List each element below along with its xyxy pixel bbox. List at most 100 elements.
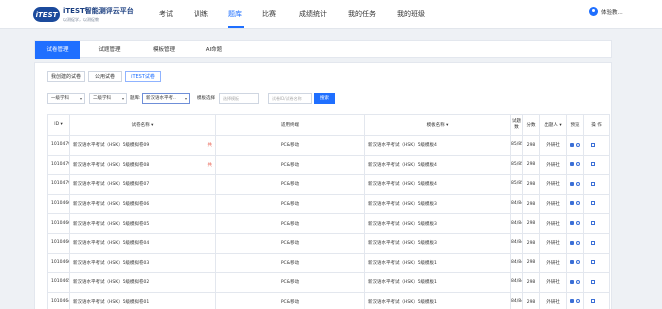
eye-icon[interactable]	[576, 142, 580, 147]
table-row[interactable]: 10104665新汉语水平考试（HSK）5级模拟卷04 PC&移动新汉语水平考试（…	[47, 232, 610, 254]
top-nav: iTEST iTEST智能测评云平台 以测促学，以测促教 考试 训练 题库 比赛…	[0, 0, 662, 29]
subtab-public-papers[interactable]: 公用试卷	[88, 71, 122, 82]
cell-count: 84/84	[510, 213, 523, 234]
paper-name[interactable]: 新汉语水平考试（HSK）5级模拟卷04	[73, 241, 149, 246]
eye-icon[interactable]	[576, 220, 580, 225]
tab-ai-generation[interactable]: AI命题	[195, 41, 233, 59]
eye-icon[interactable]	[576, 240, 580, 245]
cell-template: 新汉语水平考试（HSK）5级模板1	[364, 291, 511, 309]
cell-terminal: PC&移动	[215, 135, 365, 156]
document-icon[interactable]	[570, 162, 574, 167]
eye-icon[interactable]	[576, 299, 580, 304]
paper-name[interactable]: 新汉语水平考试（HSK）5级模拟卷03	[73, 261, 149, 266]
cell-preview	[566, 213, 584, 234]
cell-name[interactable]: 新汉语水平考试（HSK）5级模拟卷01	[69, 291, 216, 309]
table-row[interactable]: 10104659新汉语水平考试（HSK）5级模拟卷02 PC&移动新汉语水平考试（…	[47, 272, 610, 293]
copy-icon[interactable]	[591, 240, 595, 245]
eye-icon[interactable]	[576, 162, 580, 167]
col-name-header[interactable]: 试卷名称 ▾	[69, 114, 216, 136]
nav-item-exam[interactable]: 考试	[159, 9, 173, 19]
cell-name[interactable]: 新汉语水平考试（HSK）5级模拟卷05	[69, 213, 216, 234]
main-tabbar: 试卷管理 试题管理 模板管理 AI命题	[34, 40, 612, 59]
search-button[interactable]: 搜索	[314, 93, 335, 104]
copy-icon[interactable]	[591, 201, 595, 206]
cell-name[interactable]: 新汉语水平考试（HSK）5级模拟卷06	[69, 193, 216, 215]
copy-icon[interactable]	[591, 299, 595, 304]
cell-name[interactable]: 新汉语水平考试（HSK）5级模拟卷08 共	[69, 154, 216, 176]
cell-score: 298	[522, 252, 540, 274]
template-select[interactable]: 选择模板	[219, 93, 259, 104]
subject-select[interactable]: 二级学科 ▾	[89, 93, 127, 104]
paper-name[interactable]: 新汉语水平考试（HSK）5级模拟卷02	[73, 280, 149, 285]
cell-template: 新汉语水平考试（HSK）5级模板4	[364, 154, 511, 176]
subtab-itest-papers[interactable]: iTEST试卷	[125, 71, 161, 82]
paper-name[interactable]: 新汉语水平考试（HSK）5级模拟卷01	[73, 300, 149, 305]
col-publisher-header[interactable]: 出题人 ▾	[539, 114, 567, 136]
nav-item-question-bank[interactable]: 题库	[228, 9, 242, 19]
eye-icon[interactable]	[576, 201, 580, 206]
document-icon[interactable]	[570, 142, 574, 147]
subtab-my-papers[interactable]: 我创建的试卷	[47, 71, 85, 82]
nav-item-contest[interactable]: 比赛	[262, 9, 276, 19]
grade-select-value: 一级学科	[51, 96, 69, 101]
cell-count: 85/85	[510, 154, 523, 176]
keyword-input[interactable]: 试卷ID/试卷名称	[268, 93, 312, 104]
cell-terminal: PC&移动	[215, 291, 365, 309]
cell-template: 新汉语水平考试（HSK）5级模板1	[364, 272, 511, 293]
cell-score: 298	[522, 135, 540, 156]
document-icon[interactable]	[570, 240, 574, 245]
nav-item-my-classes[interactable]: 我的班级	[397, 9, 425, 19]
paper-name[interactable]: 新汉语水平考试（HSK）5级模拟卷09	[73, 143, 149, 148]
cell-terminal: PC&移动	[215, 193, 365, 215]
cell-name[interactable]: 新汉语水平考试（HSK）5级模拟卷07	[69, 174, 216, 195]
eye-icon[interactable]	[576, 279, 580, 284]
eye-icon[interactable]	[576, 260, 580, 265]
user-menu[interactable]: 体验教...	[589, 7, 623, 16]
copy-icon[interactable]	[591, 162, 595, 167]
document-icon[interactable]	[570, 299, 574, 304]
document-icon[interactable]	[570, 279, 574, 284]
table-row[interactable]: 10104791新汉语水平考试（HSK）5级模拟卷07 PC&移动新汉语水平考试（…	[47, 174, 610, 195]
cell-terminal: PC&移动	[215, 174, 365, 195]
document-icon[interactable]	[570, 260, 574, 265]
copy-icon[interactable]	[591, 220, 595, 225]
table-row[interactable]: 10104660新汉语水平考试（HSK）5级模拟卷03 PC&移动新汉语水平考试（…	[47, 252, 610, 274]
nav-item-my-tasks[interactable]: 我的任务	[348, 9, 376, 19]
copy-icon[interactable]	[591, 142, 595, 147]
tab-paper-management[interactable]: 试卷管理	[35, 41, 80, 59]
paper-name[interactable]: 新汉语水平考试（HSK）5级模拟卷05	[73, 222, 149, 227]
app-logo[interactable]: iTEST iTEST智能测评云平台 以测促学，以测促教	[33, 6, 134, 23]
table-row[interactable]: 10104793新汉语水平考试（HSK）5级模拟卷09 共PC&移动新汉语水平考试…	[47, 135, 610, 156]
cell-ops	[583, 135, 610, 156]
tab-template-management[interactable]: 模板管理	[139, 41, 189, 59]
cell-name[interactable]: 新汉语水平考试（HSK）5级模拟卷04	[69, 232, 216, 254]
nav-item-score-stats[interactable]: 成绩统计	[299, 9, 327, 19]
grade-select[interactable]: 一级学科 ▾	[47, 93, 85, 104]
paper-name[interactable]: 新汉语水平考试（HSK）5级模拟卷06	[73, 202, 149, 207]
table-row[interactable]: 10104792新汉语水平考试（HSK）5级模拟卷08 共PC&移动新汉语水平考试…	[47, 154, 610, 176]
question-bank-select[interactable]: 新汉语水平考.. ▾	[142, 93, 190, 104]
copy-icon[interactable]	[591, 181, 595, 186]
tab-question-management[interactable]: 试题管理	[87, 41, 132, 59]
cell-template: 新汉语水平考试（HSK）5级模板4	[364, 135, 511, 156]
document-icon[interactable]	[570, 201, 574, 206]
cell-id: 10104792	[47, 154, 70, 176]
copy-icon[interactable]	[591, 279, 595, 284]
table-row[interactable]: 10104642新汉语水平考试（HSK）5级模拟卷01 PC&移动新汉语水平考试（…	[47, 291, 610, 309]
cell-name[interactable]: 新汉语水平考试（HSK）5级模拟卷02	[69, 272, 216, 293]
cell-score: 298	[522, 174, 540, 195]
paper-name[interactable]: 新汉语水平考试（HSK）5级模拟卷07	[73, 182, 149, 187]
cell-name[interactable]: 新汉语水平考试（HSK）5级模拟卷03	[69, 252, 216, 274]
document-icon[interactable]	[570, 181, 574, 186]
col-template-header[interactable]: 模板名称 ▾	[364, 114, 511, 136]
eye-icon[interactable]	[576, 181, 580, 186]
paper-name[interactable]: 新汉语水平考试（HSK）5级模拟卷08	[73, 163, 149, 168]
cell-name[interactable]: 新汉语水平考试（HSK）5级模拟卷09 共	[69, 135, 216, 156]
copy-icon[interactable]	[591, 260, 595, 265]
col-id-header[interactable]: ID ▾	[47, 114, 70, 136]
avatar	[589, 7, 598, 16]
nav-item-training[interactable]: 训练	[194, 9, 208, 19]
document-icon[interactable]	[570, 220, 574, 225]
table-row[interactable]: 10104667新汉语水平考试（HSK）5级模拟卷06 PC&移动新汉语水平考试（…	[47, 193, 610, 215]
table-row[interactable]: 10104666新汉语水平考试（HSK）5级模拟卷05 PC&移动新汉语水平考试（…	[47, 213, 610, 234]
